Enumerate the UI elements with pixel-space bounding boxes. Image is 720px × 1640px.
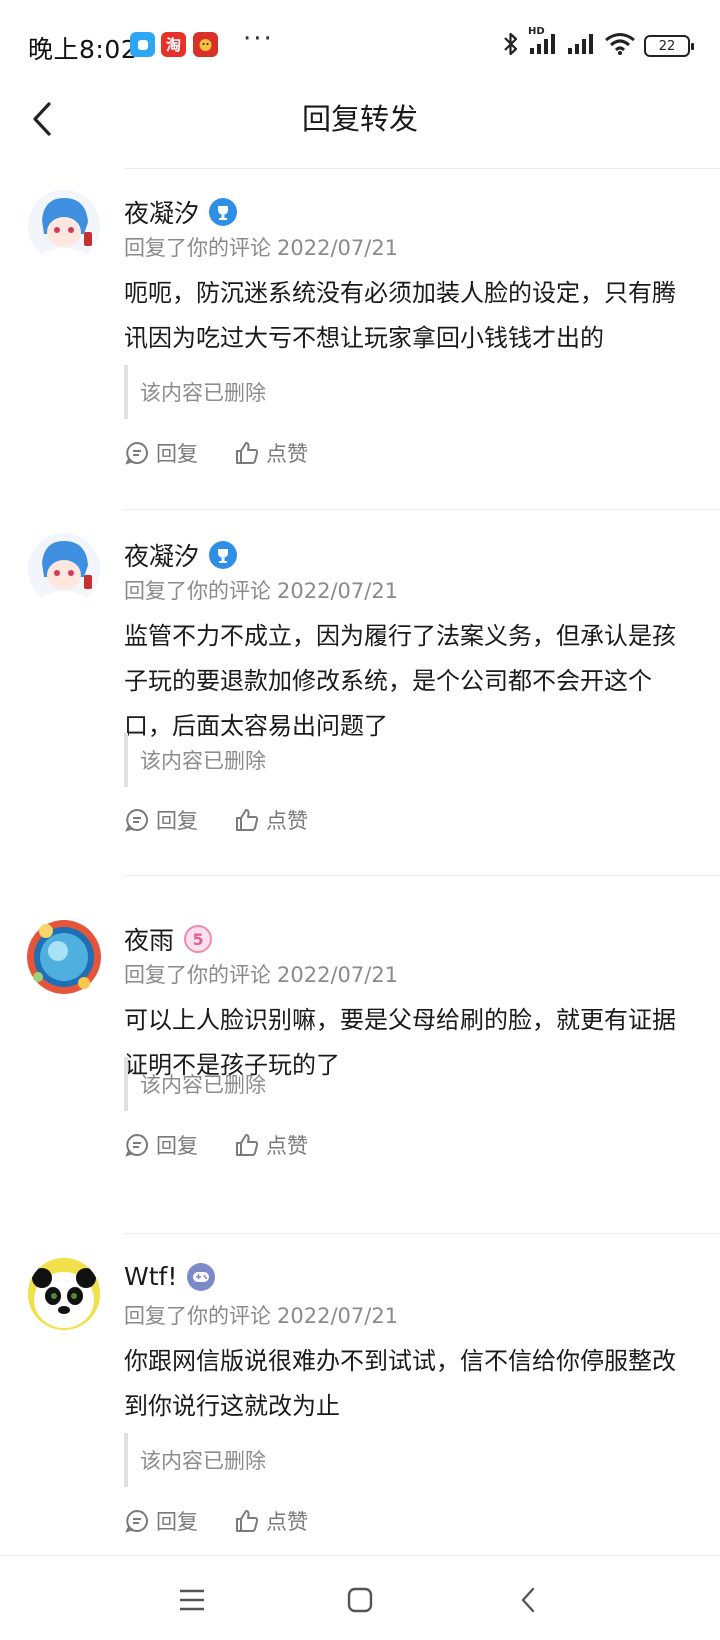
thumbs-up-icon — [236, 809, 259, 831]
like-button[interactable]: 点赞 — [234, 438, 308, 468]
reply-button[interactable]: 回复 — [124, 1130, 198, 1160]
comment-actions: 回复 点赞 — [124, 805, 308, 835]
username[interactable]: 夜雨 — [124, 921, 174, 957]
quoted-text: 该内容已删除 — [140, 1073, 266, 1097]
avatar[interactable] — [28, 533, 100, 605]
game-app-icon — [193, 32, 218, 57]
item-divider — [124, 875, 720, 876]
comment-text: 你跟网信版说很难办不到试试，信不信给你停服整改到你说行这就改为止 — [124, 1347, 676, 1420]
username[interactable]: 夜凝汐 — [124, 537, 199, 573]
item-divider — [124, 1233, 720, 1234]
wifi-icon — [604, 32, 636, 60]
username-row: Wtf! — [124, 1262, 216, 1291]
reply-button[interactable]: 回复 — [124, 438, 198, 468]
trophy-badge-icon — [209, 541, 238, 569]
username-row: 夜凝汐 — [124, 194, 238, 230]
home-button[interactable] — [338, 1578, 382, 1622]
bluetooth-icon — [502, 30, 520, 62]
comment-bubble-icon — [125, 441, 148, 465]
taobao-app-icon: 淘 — [161, 32, 186, 57]
quoted-content[interactable]: 该内容已删除 — [124, 1433, 704, 1487]
like-button[interactable]: 点赞 — [234, 1506, 308, 1536]
thumbs-up-icon — [236, 1134, 259, 1156]
header-divider — [124, 168, 720, 169]
cellular-signal-icon: HD — [528, 26, 558, 60]
like-button[interactable]: 点赞 — [234, 1130, 308, 1160]
comment-bubble-icon — [125, 1509, 148, 1533]
comment-meta: 回复了你的评论 2022/07/21 — [124, 575, 398, 605]
username[interactable]: 夜凝汐 — [124, 194, 199, 230]
comment-actions: 回复 点赞 — [124, 1506, 308, 1536]
reply-button[interactable]: 回复 — [124, 1506, 198, 1536]
reply-action-text: 回复了你的评论 — [124, 963, 271, 987]
level-badge-icon: 5 — [184, 925, 213, 953]
username-row: 夜雨 5 — [124, 921, 213, 957]
quoted-text: 该内容已删除 — [140, 381, 266, 405]
page-title: 回复转发 — [301, 102, 418, 136]
reply-action-text: 回复了你的评论 — [124, 236, 271, 260]
comment-date: 2022/07/21 — [277, 1304, 399, 1328]
comment-bubble-icon — [125, 1133, 148, 1157]
quoted-content[interactable]: 该内容已删除 — [124, 733, 704, 787]
system-indicators: HD 22 — [502, 26, 694, 62]
system-back-button[interactable] — [506, 1578, 550, 1622]
comment-date: 2022/07/21 — [277, 236, 399, 260]
quoted-content[interactable]: 该内容已删除 — [124, 1057, 704, 1111]
comment-bubble-icon — [125, 808, 148, 832]
thumbs-up-icon — [236, 442, 259, 464]
system-navigation-bar — [0, 1555, 720, 1640]
quoted-text: 该内容已删除 — [140, 749, 266, 773]
comment-actions: 回复 点赞 — [124, 1130, 308, 1160]
quoted-content[interactable]: 该内容已删除 — [124, 365, 704, 419]
comment-text: 呃呃，防沉迷系统没有必须加装人脸的设定，只有腾讯因为吃过大亏不想让玩家拿回小钱钱… — [124, 279, 676, 352]
avatar[interactable] — [28, 190, 100, 262]
page-header: 回复转发 — [0, 80, 720, 160]
like-button[interactable]: 点赞 — [234, 805, 308, 835]
comment-text: 监管不力不成立，因为履行了法案义务，但承认是孩子玩的要退款加修改系统，是个公司都… — [124, 622, 676, 740]
reply-action-text: 回复了你的评论 — [124, 579, 271, 603]
comment-meta: 回复了你的评论 2022/07/21 — [124, 959, 398, 989]
comment-date: 2022/07/21 — [277, 579, 399, 603]
back-arrow-icon — [521, 1587, 535, 1613]
gamepad-badge-icon — [187, 1262, 216, 1291]
status-time: 晚上8:02 — [28, 35, 138, 64]
menu-icon — [180, 1589, 204, 1611]
username[interactable]: Wtf! — [124, 1262, 177, 1291]
trophy-badge-icon — [209, 198, 238, 226]
reply-action-text: 回复了你的评论 — [124, 1304, 271, 1328]
more-notifications-icon: ··· — [243, 24, 274, 54]
avatar[interactable] — [28, 1258, 100, 1330]
cellular-signal-2-icon — [566, 32, 596, 60]
thumbs-up-icon — [236, 1510, 259, 1532]
status-bar: 晚上8:02 淘 ··· HD 22 — [0, 0, 720, 90]
comment-meta: 回复了你的评论 2022/07/21 — [124, 232, 398, 262]
item-divider — [124, 509, 720, 510]
comment-actions: 回复 点赞 — [124, 438, 308, 468]
comment-meta: 回复了你的评论 2022/07/21 — [124, 1300, 398, 1330]
battery-icon: 22 — [644, 35, 694, 57]
recent-apps-button[interactable] — [170, 1578, 214, 1622]
username-row: 夜凝汐 — [124, 537, 238, 573]
quoted-text: 该内容已删除 — [140, 1449, 266, 1473]
home-square-icon — [347, 1587, 373, 1613]
comment-date: 2022/07/21 — [277, 963, 399, 987]
tencent-app-icon — [130, 32, 155, 57]
reply-button[interactable]: 回复 — [124, 805, 198, 835]
avatar[interactable] — [24, 917, 104, 997]
